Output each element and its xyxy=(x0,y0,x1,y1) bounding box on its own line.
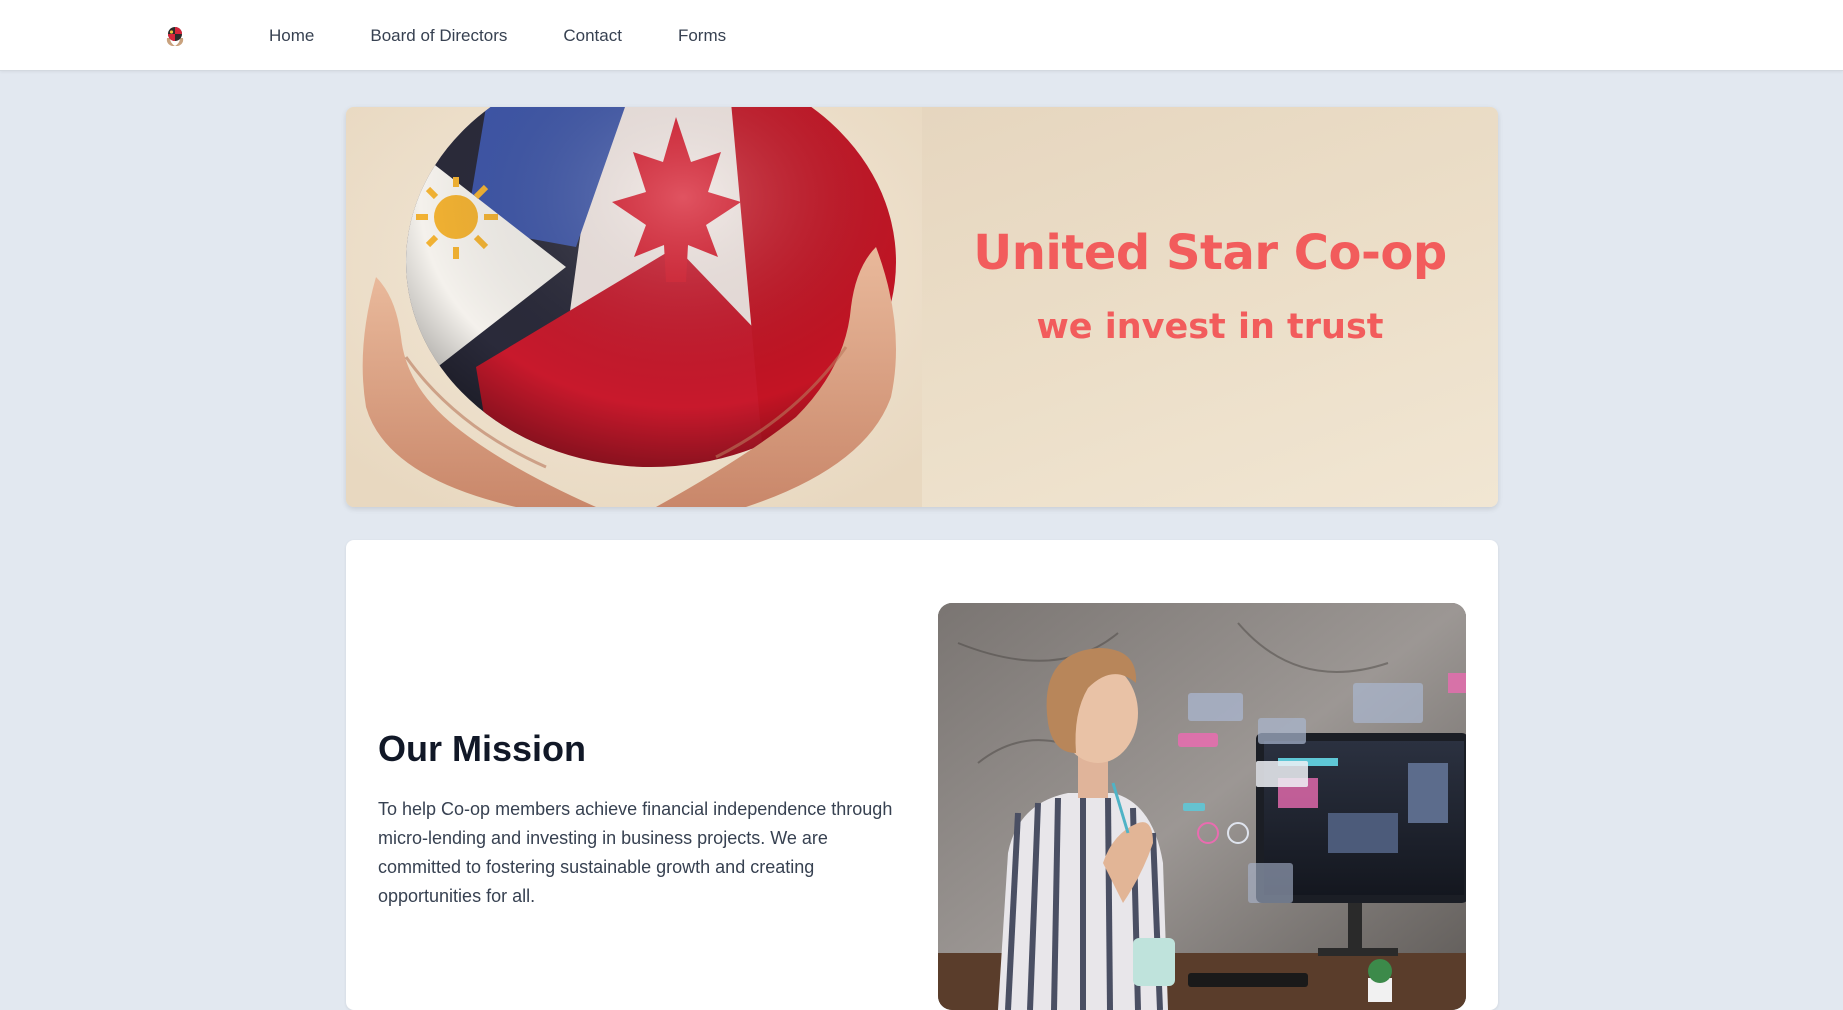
nav-link-contact[interactable]: Contact xyxy=(563,26,622,46)
nav-link-board-of-directors[interactable]: Board of Directors xyxy=(370,26,507,46)
hero-text-panel: United Star Co-op we invest in trust xyxy=(922,107,1498,507)
mission-section: Our Mission To help Co-op members achiev… xyxy=(346,540,1498,1010)
top-navbar: Home Board of Directors Contact Forms xyxy=(0,0,1843,71)
hero-banner: United Star Co-op we invest in trust xyxy=(346,107,1498,507)
nav-link-home[interactable]: Home xyxy=(269,26,314,46)
hero-title: United Star Co-op xyxy=(973,225,1447,281)
mission-heading: Our Mission xyxy=(378,728,587,769)
hands-holding-globe-flags-image xyxy=(346,107,922,507)
woman-at-computer-image xyxy=(938,603,1466,1010)
coop-logo-icon[interactable] xyxy=(164,24,186,48)
nav-links: Home Board of Directors Contact Forms xyxy=(269,0,782,71)
nav-link-forms[interactable]: Forms xyxy=(678,26,726,46)
mission-description: To help Co-op members achieve financial … xyxy=(378,799,893,906)
hero-subtitle: we invest in trust xyxy=(1036,307,1384,347)
